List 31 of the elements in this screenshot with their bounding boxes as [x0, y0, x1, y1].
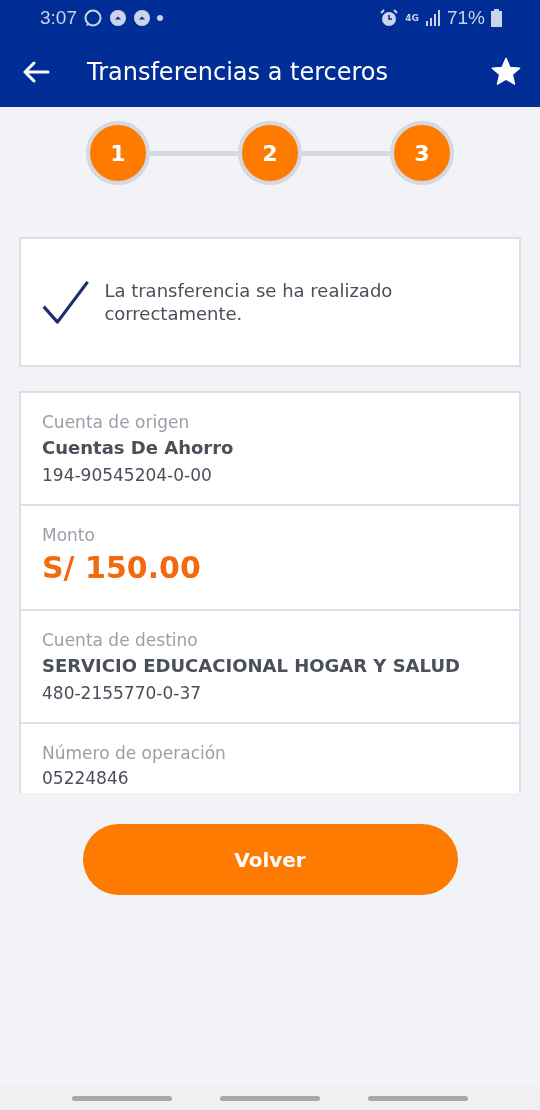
account-number: 194-90545204-0-00	[42, 464, 213, 487]
success-message: La transferencia se ha realizado correctamente.	[104, 279, 394, 325]
step-indicator: 3	[390, 121, 454, 185]
alarm-icon	[379, 8, 400, 28]
nav-handle[interactable]	[220, 1095, 320, 1101]
dot-icon	[157, 15, 163, 21]
nav-handle[interactable]	[368, 1095, 468, 1101]
account-name: Cuentas De Ahorro	[42, 436, 235, 460]
field-label: Monto	[42, 524, 96, 547]
field-label: Cuenta de destino	[42, 629, 199, 652]
back-button[interactable]: Volver	[82, 824, 458, 895]
battery-icon	[491, 9, 502, 27]
status-time: 3:07	[40, 7, 77, 29]
nav-handle[interactable]	[72, 1095, 172, 1101]
step-indicator: 2	[238, 121, 302, 185]
step-indicator: 1	[86, 121, 150, 185]
notification-icon	[133, 9, 151, 27]
back-arrow-icon[interactable]	[22, 60, 50, 83]
field-label: Cuenta de origen	[42, 411, 191, 434]
battery-level: 71%	[446, 7, 485, 29]
notification-icon	[109, 9, 127, 27]
screen-title: Transferencias a terceros	[87, 57, 389, 86]
account-name: SERVICIO EDUCACIONAL HOGAR Y SALUD	[42, 654, 461, 678]
field-label: Número de operación	[42, 742, 227, 765]
operation-number: 05224846	[42, 767, 130, 790]
chat-app-icon	[83, 8, 103, 28]
signal-icon	[424, 10, 441, 26]
star-icon[interactable]	[490, 56, 522, 87]
account-number: 480-2155770-0-37	[42, 682, 202, 705]
network-type: 4G	[405, 13, 419, 23]
amount-value: S/ 150.00	[42, 549, 202, 587]
